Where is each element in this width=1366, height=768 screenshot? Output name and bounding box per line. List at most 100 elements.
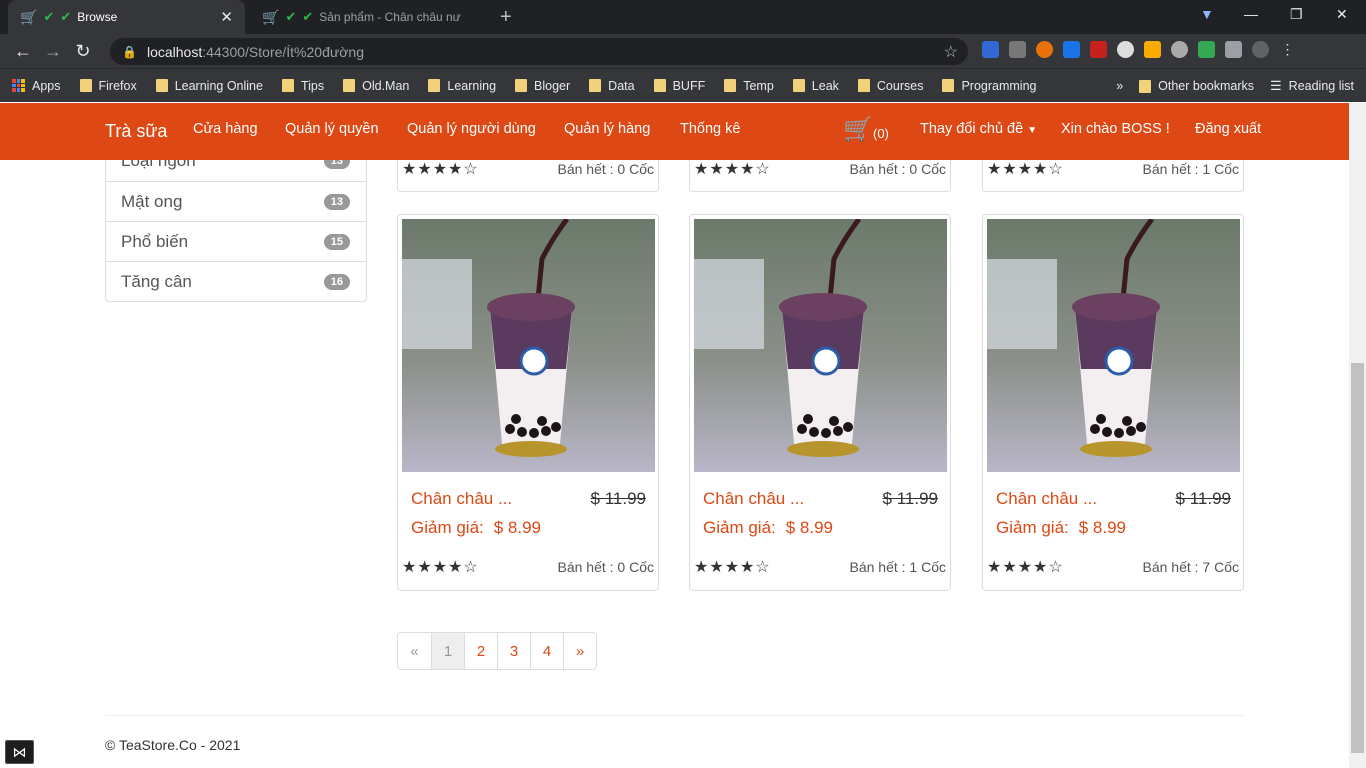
other-bookmarks[interactable]: Other bookmarks — [1139, 79, 1254, 93]
check-icon: ✔ — [43, 9, 55, 24]
bookmarks-overflow-button[interactable]: » — [1116, 79, 1123, 93]
shield-icon[interactable] — [1009, 41, 1026, 58]
bookmark-folder[interactable]: Courses — [857, 79, 923, 93]
close-tab-icon[interactable]: ✕ — [220, 8, 233, 26]
back-arrow-icon[interactable]: ← — [8, 41, 38, 62]
bubble-tea-image — [694, 219, 947, 472]
product-image[interactable] — [987, 219, 1240, 472]
brand-link[interactable]: Trà sữa — [105, 121, 167, 142]
bookmark-folder[interactable]: Temp — [724, 79, 774, 93]
rating-stars: ★★★★☆ — [402, 161, 479, 178]
product-name-link[interactable]: Chân châu ... — [996, 489, 1097, 509]
bookmark-folder[interactable]: Programming — [942, 79, 1036, 93]
nav-users[interactable]: Quản lý người dùng — [407, 121, 536, 137]
bookmark-star-icon[interactable]: ☆ — [944, 42, 958, 62]
bookmark-apps[interactable]: Apps — [12, 79, 61, 93]
restore-button[interactable]: ❐ — [1290, 6, 1303, 23]
bookmark-folder[interactable]: Data — [589, 79, 635, 93]
tab-strip: 🛒 ✔ ✔ Browse ✕ 🛒 ✔ ✔ Sản phẩm - Chân châ… — [0, 0, 1366, 34]
original-price: $ 11.99 — [590, 489, 646, 508]
pagination-page-3[interactable]: 3 — [497, 633, 530, 669]
category-list: Loại ngon 13 Mật ong 13 Phổ biến 15 Tăng câ… — [105, 160, 367, 302]
cart-favicon-icon: 🛒 — [20, 8, 38, 25]
pagination-page-1[interactable]: 1 — [431, 633, 464, 669]
tab-product[interactable]: 🛒 ✔ ✔ Sản phẩm - Chân châu nư — [250, 0, 487, 34]
count-badge: 16 — [323, 273, 350, 290]
footer-copyright: © TeaStore.Co - 2021 — [105, 737, 241, 753]
extension-bolt-icon[interactable] — [1144, 41, 1161, 58]
bookmark-folder[interactable]: Learning — [428, 79, 496, 93]
folder-icon — [792, 79, 805, 92]
extension-tv-icon[interactable] — [1090, 41, 1107, 58]
extension-face-icon[interactable] — [1117, 41, 1134, 58]
sale-label: Giảm giá: — [996, 518, 1069, 537]
bookmark-folder[interactable]: Bloger — [515, 79, 570, 93]
footer-divider — [105, 715, 1244, 716]
reading-list[interactable]: ☰ Reading list — [1270, 78, 1354, 94]
extension-orange-icon[interactable] — [1036, 41, 1053, 58]
menu-icon[interactable]: ⋮ — [1279, 41, 1296, 58]
bookmark-folder[interactable]: Learning Online — [155, 79, 263, 93]
profile-dropdown-icon[interactable]: ▼ — [1200, 6, 1214, 22]
pagination-page-2[interactable]: 2 — [464, 633, 497, 669]
product-card: Chân châu ... $ 11.99 Giảm giá: $ 8.99 ★★★… — [689, 214, 951, 591]
product-image[interactable] — [694, 219, 947, 472]
puzzle-icon[interactable] — [1225, 41, 1242, 58]
category-item[interactable]: Loại ngon 13 — [106, 160, 366, 181]
tab-browse[interactable]: 🛒 ✔ ✔ Browse ✕ — [8, 0, 245, 34]
bubble-tea-image — [402, 219, 655, 472]
cart-icon[interactable]: 🛒 — [843, 115, 873, 144]
bookmark-folder[interactable]: BUFF — [653, 79, 705, 93]
close-window-button[interactable]: ✕ — [1336, 6, 1348, 23]
bookmark-folder[interactable]: Tips — [281, 79, 324, 93]
bookmark-folder[interactable]: Leak — [792, 79, 839, 93]
avatar[interactable] — [1252, 41, 1269, 58]
visual-studio-icon[interactable]: ⋈ — [5, 740, 34, 764]
scrollbar-thumb[interactable] — [1351, 363, 1364, 753]
extension-cloud-icon[interactable] — [1171, 41, 1188, 58]
forward-arrow-icon[interactable]: → — [38, 41, 68, 62]
extension-drop-icon[interactable] — [1063, 41, 1080, 58]
category-item[interactable]: Mật ong 13 — [106, 181, 366, 221]
minimize-button[interactable]: — — [1244, 6, 1258, 22]
folder-icon — [1139, 79, 1152, 93]
theme-dropdown[interactable]: Thay đổi chủ đề ▼ — [920, 121, 1037, 137]
product-name-link[interactable]: Chân châu ... — [411, 489, 512, 509]
pagination-prev[interactable]: « — [398, 633, 431, 669]
extension-green-icon[interactable] — [1198, 41, 1215, 58]
new-tab-button[interactable]: + — [500, 6, 512, 29]
check-icon: ✔ — [60, 9, 72, 24]
nav-goods[interactable]: Quản lý hàng — [564, 121, 650, 137]
product-card: ★★★★☆ Bán hết : 0 Cốc — [397, 160, 659, 192]
pagination-page-4[interactable]: 4 — [530, 633, 563, 669]
greeting-link[interactable]: Xin chào BOSS ! — [1061, 121, 1170, 137]
sold-count: Bán hết : 1 Cốc — [849, 559, 946, 575]
category-item[interactable]: Tăng cân 16 — [106, 261, 366, 301]
extensions-row: ⋮ — [982, 41, 1296, 58]
sold-count: Bán hết : 0 Cốc — [557, 559, 654, 575]
product-name-link[interactable]: Chân châu ... — [703, 489, 804, 509]
logout-link[interactable]: Đăng xuất — [1195, 121, 1261, 137]
bookmark-folder[interactable]: Firefox — [79, 79, 137, 93]
folder-icon — [79, 79, 92, 92]
address-bar[interactable]: 🔒 localhost:44300/Store/Ít%20đường ☆ — [110, 38, 968, 65]
cart-count[interactable]: (0) — [873, 126, 889, 141]
nav-stats[interactable]: Thống kê — [680, 121, 740, 137]
sold-count: Bán hết : 1 Cốc — [1142, 161, 1239, 177]
reload-icon[interactable]: ↻ — [68, 41, 98, 62]
category-item[interactable]: Phổ biến 15 — [106, 221, 366, 261]
nav-roles[interactable]: Quản lý quyền — [285, 121, 379, 137]
pagination: « 1 2 3 4 » — [397, 632, 597, 670]
product-card: ★★★★☆ Bán hết : 0 Cốc — [689, 160, 951, 192]
product-image[interactable] — [402, 219, 655, 472]
folder-icon — [515, 79, 528, 92]
pagination-next[interactable]: » — [563, 633, 596, 669]
bookmark-folder[interactable]: Old.Man — [343, 79, 409, 93]
extension-j-icon[interactable] — [982, 41, 999, 58]
bubble-tea-image — [987, 219, 1240, 472]
page-scrollbar[interactable] — [1349, 103, 1366, 768]
nav-store[interactable]: Cửa hàng — [193, 121, 258, 137]
lock-icon: 🔒 — [122, 44, 137, 59]
sale-label: Giảm giá: — [703, 518, 776, 537]
folder-icon — [155, 79, 168, 92]
